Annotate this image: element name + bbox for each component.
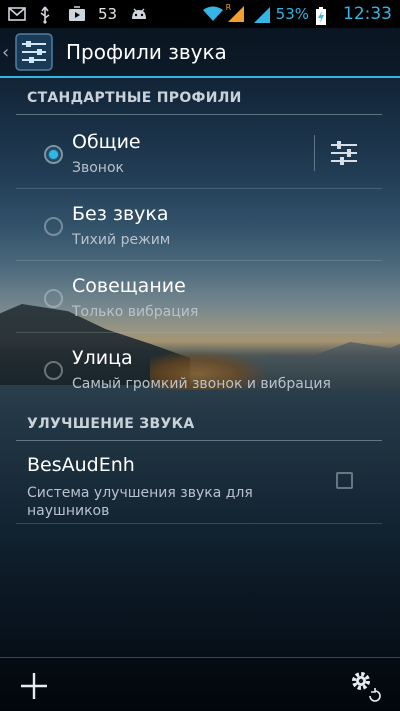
- profile-title: Совещание: [72, 275, 186, 297]
- add-icon[interactable]: [18, 670, 50, 702]
- battery-percent: 53%: [275, 5, 309, 23]
- radio-button[interactable]: [44, 289, 63, 308]
- usb-icon: [38, 6, 56, 24]
- notification-count: 53: [98, 5, 118, 23]
- setting-summary: Система улучшения звука для наушников: [27, 485, 253, 519]
- profile-title: Общие: [72, 131, 141, 153]
- profile-row-outdoor[interactable]: Улица Самый громкий звонок и вибрация: [16, 333, 382, 405]
- gmail-icon: [8, 6, 26, 22]
- bottom-action-bar: [0, 657, 400, 711]
- section-header-standard-profiles: СТАНДАРТНЫЕ ПРОФИЛИ: [16, 90, 382, 115]
- up-navigation-caret-icon[interactable]: ‹: [2, 42, 12, 63]
- profile-subtitle: Самый громкий звонок и вибрация: [72, 376, 331, 392]
- action-bar: ‹ Профили звука: [0, 28, 400, 78]
- radio-button[interactable]: [44, 217, 63, 236]
- radio-button[interactable]: [44, 361, 63, 380]
- page-title: Профили звука: [66, 40, 227, 64]
- profile-title: Улица: [72, 347, 133, 369]
- settings-reset-icon[interactable]: [348, 668, 382, 702]
- roaming-marker: R: [225, 3, 232, 12]
- profile-subtitle: Тихий режим: [72, 232, 171, 248]
- profile-row-general[interactable]: Общие Звонок: [16, 117, 382, 189]
- profile-subtitle: Звонок: [72, 160, 124, 176]
- setting-row-besaudenh[interactable]: BesAudEnh Система улучшения звука для на…: [16, 440, 382, 524]
- android-debug-icon: [129, 6, 147, 22]
- wifi-icon: [202, 6, 223, 22]
- sound-profiles-icon[interactable]: [14, 32, 54, 72]
- radio-button-selected[interactable]: [44, 145, 63, 164]
- signal-roaming-icon: R: [225, 3, 246, 23]
- battery-charging-icon: [315, 6, 333, 25]
- vertical-divider: [314, 135, 315, 171]
- profile-row-meeting[interactable]: Совещание Только вибрация: [16, 261, 382, 333]
- setting-title: BesAudEnh: [27, 454, 135, 476]
- profile-subtitle: Только вибрация: [72, 304, 199, 320]
- profile-row-silent[interactable]: Без звука Тихий режим: [16, 189, 382, 261]
- status-bar: 53 R 53% 12:33: [0, 0, 400, 28]
- clock: 12:33: [343, 4, 392, 24]
- besaudenh-checkbox[interactable]: [336, 472, 353, 489]
- signal-icon: [252, 6, 270, 23]
- section-header-sound-enhancement: УЛУЧШЕНИЕ ЗВУКА: [16, 416, 382, 441]
- profile-title: Без звука: [72, 203, 169, 225]
- equalizer-settings-icon[interactable]: [328, 137, 360, 169]
- play-store-icon: [68, 6, 86, 22]
